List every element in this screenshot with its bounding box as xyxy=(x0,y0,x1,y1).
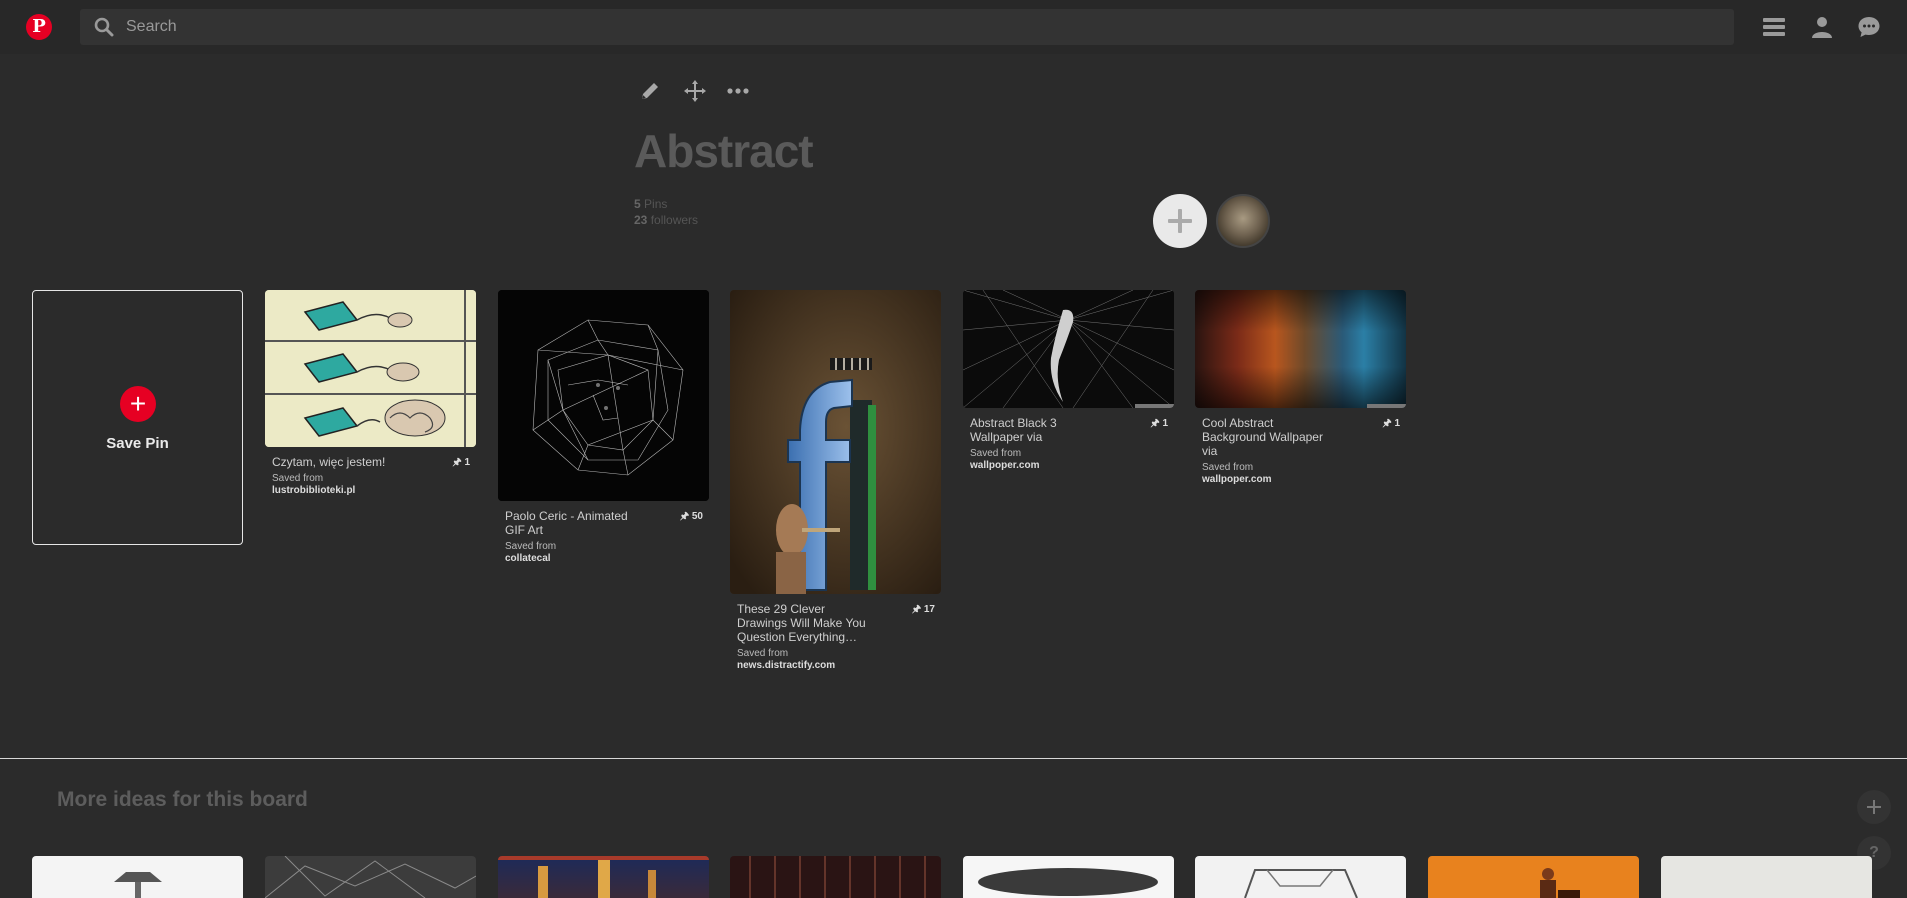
pin-image[interactable] xyxy=(963,290,1174,408)
search-bar[interactable] xyxy=(80,9,1734,45)
menu-icon[interactable] xyxy=(1760,13,1788,41)
logo-glyph: P xyxy=(32,16,46,37)
repin-count-value: 1 xyxy=(1162,418,1168,429)
saved-from-label: Saved from xyxy=(505,541,557,552)
followers-stat[interactable]: 23 followers xyxy=(634,212,698,228)
move-icon[interactable] xyxy=(682,78,708,104)
edit-icon[interactable] xyxy=(637,78,663,104)
save-pin-card[interactable]: + Save Pin xyxy=(32,290,243,545)
idea-thumbnail[interactable] xyxy=(730,856,941,898)
repin-count: 🖈 50 xyxy=(680,509,703,526)
pin-title[interactable]: Cool Abstract Background Wallpaper via xyxy=(1202,416,1332,458)
pin-icon: 🖈 xyxy=(911,604,922,615)
followers-label: followers xyxy=(650,213,699,227)
source-link[interactable]: news.distractify.com xyxy=(737,660,934,672)
idea-thumbnail[interactable] xyxy=(265,856,476,898)
saved-from-label: Saved from xyxy=(272,473,324,484)
repin-count-value: 17 xyxy=(923,604,935,615)
source-link[interactable]: wallpoper.com xyxy=(970,460,1167,472)
section-divider xyxy=(0,758,1907,759)
source-link[interactable]: lustrobiblioteki.pl xyxy=(272,485,469,497)
pin-image[interactable] xyxy=(730,290,941,594)
repin-count-value: 1 xyxy=(1394,418,1400,429)
saved-from-label: Saved from xyxy=(737,648,789,659)
board-title: Abstract xyxy=(634,125,814,177)
repin-count-value: 50 xyxy=(691,511,703,522)
idea-thumbnail[interactable] xyxy=(1195,856,1406,898)
pin-icon: 🖈 xyxy=(1382,418,1392,429)
source-link[interactable]: collatecal xyxy=(505,553,702,565)
pin-title[interactable]: Abstract Black 3 Wallpaper via xyxy=(970,416,1100,444)
pin-title[interactable]: Paolo Ceric - Animated GIF Art xyxy=(505,509,635,537)
followers-count: 23 xyxy=(634,213,648,227)
messages-icon[interactable] xyxy=(1855,13,1883,41)
pins-label: Pins xyxy=(644,197,668,211)
repin-count: 🖈 1 xyxy=(1382,416,1400,433)
pin-image[interactable] xyxy=(265,290,476,447)
search-icon xyxy=(94,17,114,37)
pin-image[interactable] xyxy=(498,290,709,501)
more-options-icon[interactable] xyxy=(725,78,751,104)
add-floating-button[interactable] xyxy=(1857,790,1891,824)
more-ideas-title: More ideas for this board xyxy=(57,788,308,811)
idea-thumbnail[interactable] xyxy=(1428,856,1639,898)
pin-image[interactable] xyxy=(1195,290,1406,408)
save-pin-label: Save Pin xyxy=(106,435,169,452)
pin-title[interactable]: These 29 Clever Drawings Will Make You Q… xyxy=(737,602,867,644)
pin-card[interactable]: These 29 Clever Drawings Will Make You Q… xyxy=(730,290,941,672)
saved-from-label: Saved from xyxy=(1202,462,1254,473)
pin-card[interactable]: Paolo Ceric - Animated GIF Art 🖈 50 Save… xyxy=(498,290,709,565)
board-stats: 5 Pins 23 followers xyxy=(634,196,698,228)
pins-stat[interactable]: 5 Pins xyxy=(634,196,698,212)
idea-thumbnail[interactable] xyxy=(963,856,1174,898)
pinterest-logo[interactable]: P xyxy=(26,14,52,40)
saved-from-label: Saved from xyxy=(970,448,1022,459)
repin-count: 🖈 1 xyxy=(1150,416,1168,433)
pin-card[interactable]: Abstract Black 3 Wallpaper via 🖈 1 Saved… xyxy=(963,290,1174,472)
idea-thumbnail[interactable] xyxy=(1661,856,1872,898)
pin-card[interactable]: Cool Abstract Background Wallpaper via 🖈… xyxy=(1195,290,1406,486)
repin-count: 🖈 1 xyxy=(452,455,470,472)
pins-count: 5 xyxy=(634,197,641,211)
repin-count-value: 1 xyxy=(464,457,470,468)
plus-icon xyxy=(1168,209,1192,233)
idea-thumbnail[interactable] xyxy=(32,856,243,898)
avatar[interactable] xyxy=(1216,194,1270,248)
pin-icon: 🖈 xyxy=(1150,418,1160,429)
pin-title[interactable]: Czytam, więc jestem! xyxy=(272,455,402,469)
pin-card[interactable]: Czytam, więc jestem! 🖈 1 Saved from lust… xyxy=(265,290,476,497)
pin-icon: 🖈 xyxy=(452,457,462,468)
idea-thumbnail[interactable] xyxy=(498,856,709,898)
source-link[interactable]: wallpoper.com xyxy=(1202,474,1399,486)
repin-count: 🖈 17 xyxy=(912,602,935,619)
plus-icon: + xyxy=(120,386,156,422)
top-bar: P xyxy=(0,0,1907,54)
search-input[interactable] xyxy=(126,9,1706,45)
profile-icon[interactable] xyxy=(1808,13,1836,41)
pin-icon: 🖈 xyxy=(679,511,690,522)
add-collaborator-button[interactable] xyxy=(1153,194,1207,248)
plus-icon xyxy=(1867,800,1881,814)
